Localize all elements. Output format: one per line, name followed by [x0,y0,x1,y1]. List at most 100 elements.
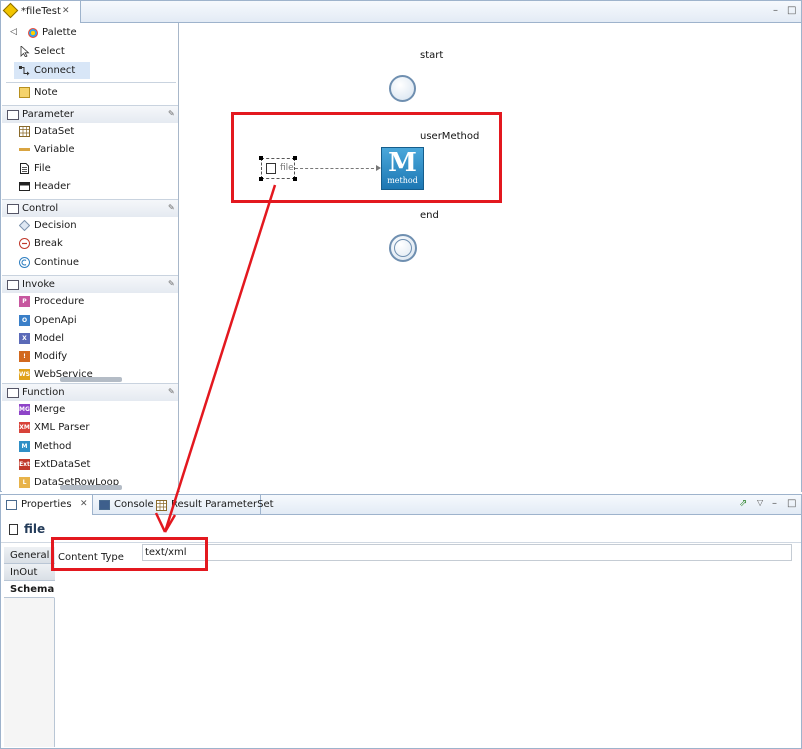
palette-item-file[interactable]: File [14,160,90,177]
pin-icon[interactable]: ✎ [168,203,175,212]
palette-divider [6,82,176,83]
palette-item-dataset[interactable]: DataSet [14,123,90,140]
palette-item-label: Continue [34,257,79,268]
side-tab-inout[interactable]: InOut [4,564,55,581]
palette-item-label: Variable [34,144,75,155]
side-tab-label: InOut [10,567,38,578]
palette-item-procedure[interactable]: P Procedure [14,293,90,310]
start-node[interactable] [389,75,416,102]
palette-item-variable[interactable]: Variable [14,141,90,158]
maximize-icon[interactable]: □ [787,5,796,16]
diagram-canvas[interactable]: start userMethod M method file end [180,23,801,492]
tab-console-label: Console [114,499,154,510]
drawer-invoke-label: Invoke [22,279,55,290]
pin-icon[interactable]: ✎ [168,387,175,396]
tab-result-label: Result ParameterSet [171,499,274,510]
palette-item-label: ExtDataSet [34,459,91,470]
close-icon[interactable]: ✕ [62,6,70,16]
palette-item-merge[interactable]: MG Merge [14,401,90,418]
palette-item-openapi[interactable]: O OpenApi [14,312,90,329]
drawer-scroll-thumb[interactable] [60,485,122,490]
table-icon [19,126,30,137]
drawer-icon [7,280,19,290]
palette-item-header[interactable]: Header [14,178,90,195]
tool-note[interactable]: Note [14,84,90,101]
properties-tab-bar: Properties ✕ Console Result ParameterSet… [1,495,801,515]
drawer-function[interactable]: Function ✎ [2,383,178,401]
pin-icon[interactable]: ✎ [168,109,175,118]
palette-header[interactable]: ◁ Palette [2,23,178,42]
procedure-icon: P [19,296,30,307]
palette-title: Palette [42,27,77,38]
side-tab-schema[interactable]: Schema [4,581,55,598]
palette-item-method[interactable]: M Method [14,438,90,455]
tab-properties-label: Properties [21,499,72,510]
file-icon [9,524,18,535]
minimize-icon[interactable]: – [772,498,777,509]
console-icon [99,500,110,510]
openapi-icon: O [19,315,30,326]
table-icon [156,500,167,511]
tool-note-label: Note [34,87,58,98]
editor-tab-filetest[interactable]: *fileTest ✕ [1,1,81,23]
highlight-box-diagram [231,112,502,203]
editor-pane: *fileTest ✕ – □ ◁ Palette Select Connect… [0,0,802,492]
method-icon: M [19,441,30,452]
properties-side-tabs: General InOut Schema [4,547,55,747]
tool-connect-label: Connect [34,65,76,76]
palette-item-extdataset[interactable]: Ext ExtDataSet [14,456,90,473]
tab-result-parameterset[interactable]: Result ParameterSet [155,495,274,515]
close-icon[interactable]: ✕ [80,499,88,509]
tab-properties[interactable]: Properties ✕ [1,495,93,515]
palette-item-label: Header [34,181,71,192]
drawer-scroll-thumb[interactable] [60,377,122,382]
diagram-file-icon [2,2,19,19]
content-type-field[interactable]: text/xml [142,544,792,561]
drawer-icon [7,204,19,214]
palette-item-label: Procedure [34,296,85,307]
maximize-icon[interactable]: □ [787,498,796,509]
drawer-parameter[interactable]: Parameter ✎ [2,105,178,123]
file-icon [20,163,29,174]
editor-tab-label: *fileTest [21,6,61,17]
pin-view-icon[interactable]: ⇗ [739,498,747,509]
palette-item-label: Break [34,238,63,249]
properties-icon [6,500,17,510]
palette-item-label: Model [34,333,65,344]
note-icon [19,87,30,98]
palette-item-xml-parser[interactable]: XM XML Parser [14,419,90,436]
editor-tab-bar: *fileTest ✕ – □ [1,1,801,23]
drawer-parameter-label: Parameter [22,109,75,120]
drawer-invoke[interactable]: Invoke ✎ [2,275,178,293]
palette-icon [28,28,38,38]
palette-item-break[interactable]: Break [14,235,90,252]
palette-item-continue[interactable]: Continue [14,254,90,271]
tool-select-label: Select [34,46,65,57]
palette-item-label: DataSet [34,126,75,137]
palette-item-decision[interactable]: Decision [14,217,90,234]
continue-icon [19,257,30,268]
modify-icon: ! [19,351,30,362]
collapse-arrow-icon[interactable]: ◁ [10,27,17,37]
pin-icon[interactable]: ✎ [168,279,175,288]
drawer-function-label: Function [22,387,65,398]
variable-icon [19,148,30,151]
palette-item-label: Modify [34,351,68,362]
side-tab-label: General [10,550,50,561]
palette-item-label: File [34,163,51,174]
view-menu-icon[interactable]: ▽ [757,498,763,507]
palette-item-model[interactable]: X Model [14,330,90,347]
palette-item-label: Method [34,441,72,452]
highlight-box-content-type [51,537,208,571]
drawer-control[interactable]: Control ✎ [2,199,178,217]
break-icon [19,238,30,249]
tab-console[interactable]: Console [99,495,154,515]
drawer-control-label: Control [22,203,59,214]
palette-item-modify[interactable]: ! Modify [14,348,90,365]
side-tab-general[interactable]: General [4,547,55,564]
tool-select[interactable]: Select [14,43,90,60]
palette-item-label: XML Parser [34,422,90,433]
minimize-icon[interactable]: – [773,5,778,16]
end-node[interactable] [389,234,417,262]
tool-connect[interactable]: Connect [14,62,90,79]
